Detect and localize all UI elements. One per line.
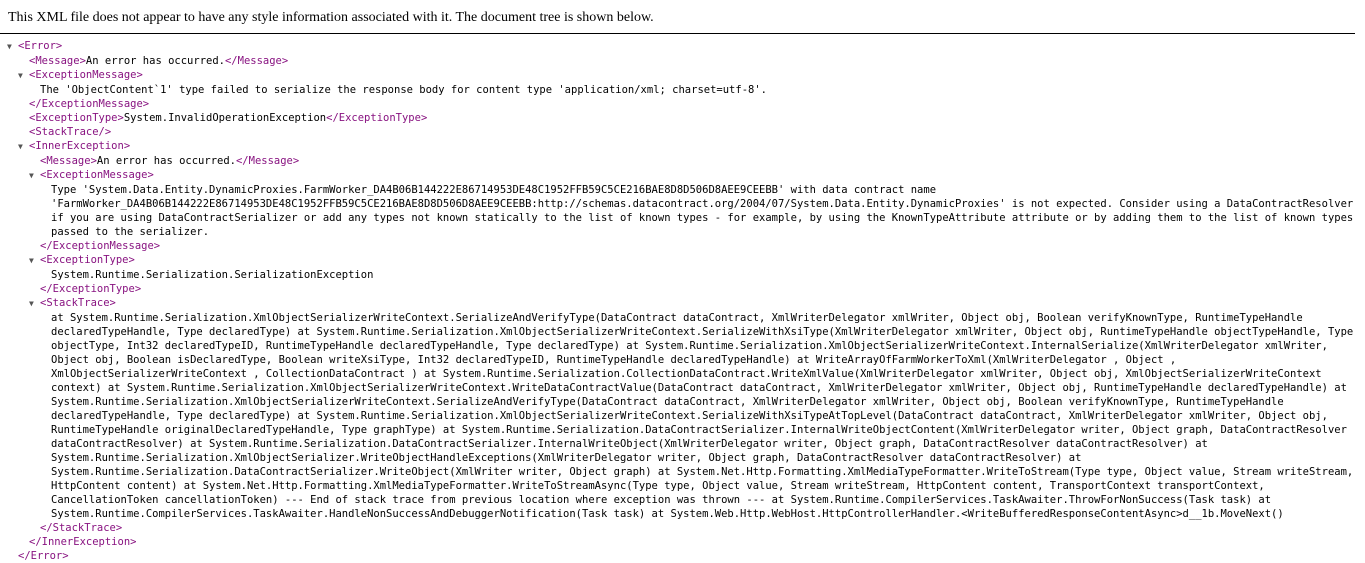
error-node-open[interactable]: ▼ <Error> [7, 39, 1365, 54]
exception-message-node-open[interactable]: ▼ <ExceptionMessage> [18, 68, 1365, 83]
collapse-arrow-icon[interactable]: ▼ [18, 139, 29, 154]
exception-message-text: The 'ObjectContent`1' type failed to ser… [40, 84, 767, 96]
exception-message-content: The 'ObjectContent`1' type failed to ser… [29, 83, 1365, 97]
inner-exception-message-open-tag: <ExceptionMessage> [40, 169, 154, 181]
stacktrace-empty-node: <StackTrace/> [18, 125, 1365, 139]
collapse-arrow-icon[interactable]: ▼ [18, 68, 29, 83]
message-close-tag: </Message> [224, 55, 289, 67]
inner-exception-type-node-open[interactable]: ▼ <ExceptionType> [29, 253, 1365, 268]
inner-stacktrace-content: at System.Runtime.Serialization.XmlObjec… [40, 311, 1365, 521]
message-text: An error has occurred. [85, 55, 225, 67]
error-open-tag: <Error> [18, 40, 63, 52]
inner-exception-node-open[interactable]: ▼ <InnerException> [18, 139, 1365, 154]
xml-style-notice: This XML file does not appear to have an… [0, 0, 1355, 34]
exception-type-node: <ExceptionType> System.InvalidOperationEx… [18, 111, 1365, 125]
inner-exception-node-close: </InnerException> [18, 535, 1365, 549]
inner-exception-message-node-close: </ExceptionMessage> [29, 239, 1365, 253]
inner-exception-open-tag: <InnerException> [29, 140, 131, 152]
inner-exception-type-close-tag: </ExceptionType> [40, 283, 142, 295]
inner-exception-message-node-open[interactable]: ▼ <ExceptionMessage> [29, 168, 1365, 183]
exception-type-text: System.InvalidOperationException [123, 112, 327, 124]
stacktrace-empty-tag: <StackTrace/> [29, 126, 112, 138]
inner-stacktrace-node-open[interactable]: ▼ <StackTrace> [29, 296, 1365, 311]
inner-exception-type-content: System.Runtime.Serialization.Serializati… [40, 268, 1365, 282]
inner-stacktrace-text: at System.Runtime.Serialization.XmlObjec… [51, 312, 1360, 520]
inner-stacktrace-open-tag: <StackTrace> [40, 297, 116, 309]
collapse-arrow-icon[interactable]: ▼ [29, 168, 40, 183]
collapse-arrow-icon[interactable]: ▼ [7, 39, 18, 54]
inner-exception-message-text: Type 'System.Data.Entity.DynamicProxies.… [51, 184, 1360, 238]
inner-message-node: <Message> An error has occurred. </Message… [29, 154, 1365, 168]
inner-stacktrace-close-tag: </StackTrace> [40, 522, 123, 534]
xml-tree: ▼ <Error> <Message> An error has occurred… [0, 34, 1365, 563]
inner-exception-type-text: System.Runtime.Serialization.Serializati… [51, 269, 374, 281]
inner-exception-close-tag: </InnerException> [29, 536, 137, 548]
error-close-tag: </Error> [18, 550, 69, 562]
collapse-arrow-icon[interactable]: ▼ [29, 296, 40, 311]
inner-exception-message-close-tag: </ExceptionMessage> [40, 240, 161, 252]
exception-message-close-tag: </ExceptionMessage> [29, 98, 150, 110]
inner-message-close-tag: </Message> [235, 155, 300, 167]
inner-exception-message-content: Type 'System.Data.Entity.DynamicProxies.… [40, 183, 1365, 239]
message-node: <Message> An error has occurred. </Message… [18, 54, 1365, 68]
exception-message-node-close: </ExceptionMessage> [18, 97, 1365, 111]
exception-type-open-tag: <ExceptionType> [29, 112, 124, 124]
inner-stacktrace-node-close: </StackTrace> [29, 521, 1365, 535]
exception-message-open-tag: <ExceptionMessage> [29, 69, 143, 81]
inner-exception-type-open-tag: <ExceptionType> [40, 254, 135, 266]
inner-exception-type-node-close: </ExceptionType> [29, 282, 1365, 296]
inner-message-text: An error has occurred. [96, 155, 236, 167]
message-open-tag: <Message> [29, 55, 86, 67]
error-node-close: </Error> [7, 549, 1365, 563]
exception-type-close-tag: </ExceptionType> [326, 112, 428, 124]
collapse-arrow-icon[interactable]: ▼ [29, 253, 40, 268]
inner-message-open-tag: <Message> [40, 155, 97, 167]
